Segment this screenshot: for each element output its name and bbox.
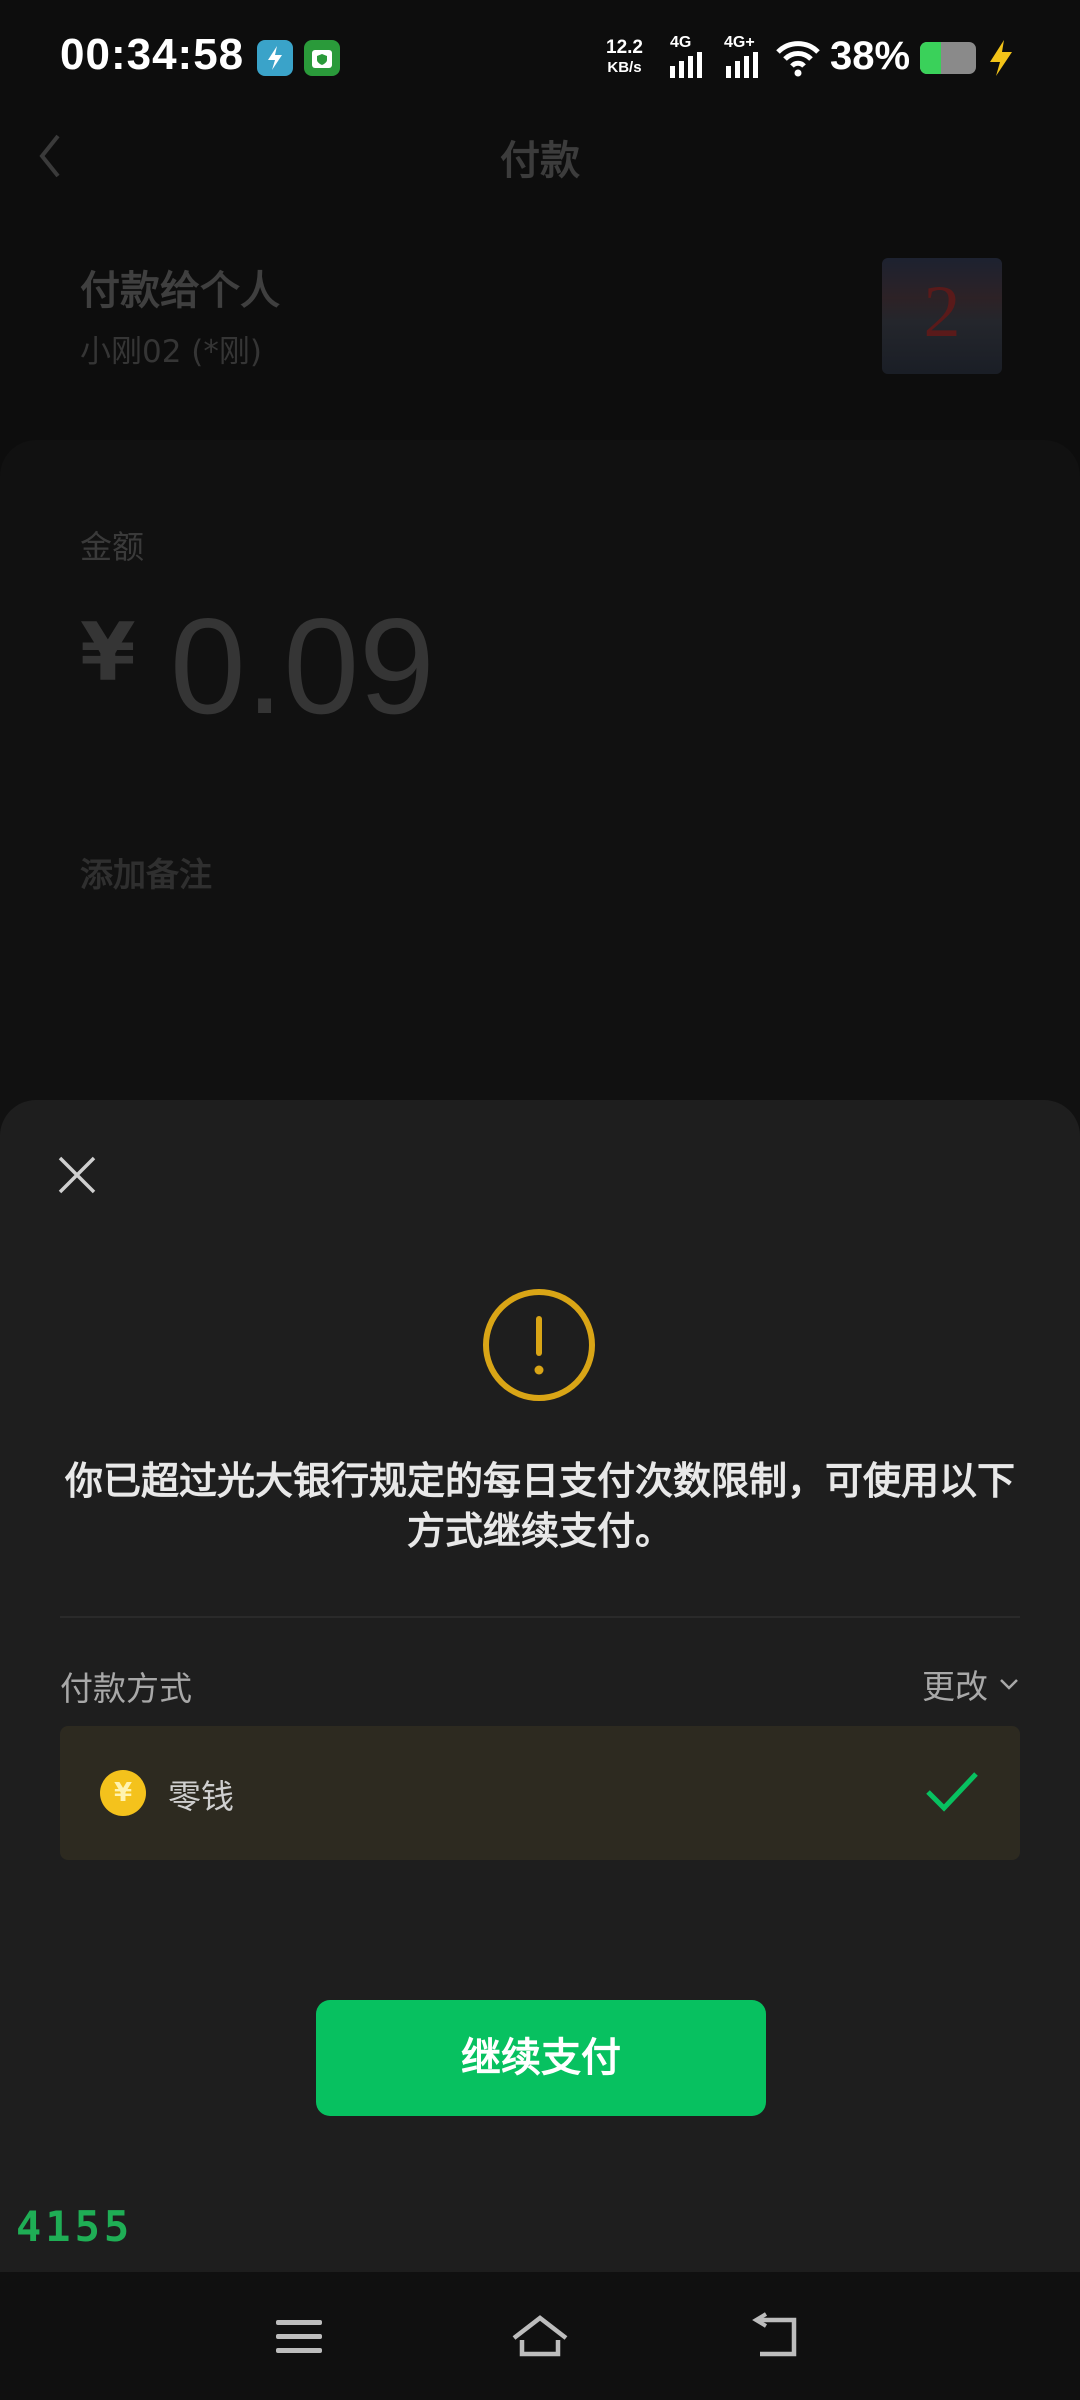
- add-remark-link[interactable]: 添加备注: [80, 848, 212, 896]
- home-icon[interactable]: [510, 2310, 570, 2364]
- divider: [60, 1616, 1020, 1618]
- amount-value: 0.09: [170, 590, 435, 742]
- warning-icon: [483, 1289, 595, 1401]
- payment-option-balance[interactable]: ¥ 零钱: [60, 1726, 1020, 1860]
- amount-currency: ¥: [80, 606, 136, 699]
- checkmark-icon: [926, 1772, 978, 1812]
- back-icon[interactable]: [750, 2310, 810, 2364]
- chevron-down-icon: [1000, 1679, 1018, 1690]
- coin-icon: ¥: [100, 1770, 146, 1816]
- continue-payment-button[interactable]: 继续支付: [316, 2000, 766, 2116]
- menu-icon[interactable]: [270, 2310, 330, 2364]
- amount-label: 金额: [80, 528, 145, 566]
- avatar-text: 2: [923, 271, 961, 353]
- payment-option-name: 零钱: [168, 1777, 234, 1816]
- payee-title: 付款给个人: [80, 268, 280, 314]
- payment-page-background: 付款 付款给个人 小刚02 (*刚) 2 金额 ¥ 0.09 添加备注: [0, 0, 1080, 1160]
- change-label: 更改: [922, 1667, 988, 1706]
- amount-card: [0, 440, 1080, 1160]
- system-nav-bar: [0, 2272, 1080, 2400]
- change-payment-method-button[interactable]: 更改: [922, 1660, 1020, 1708]
- payee-avatar: 2: [882, 258, 1002, 374]
- payee-name: 小刚02 (*刚): [80, 334, 262, 370]
- overlay-counter: 4155: [16, 2202, 134, 2251]
- close-icon[interactable]: [54, 1152, 100, 1198]
- page-title: 付款: [500, 138, 580, 184]
- payment-method-label: 付款方式: [60, 1669, 192, 1708]
- limit-warning-message: 你已超过光大银行规定的每日支付次数限制，可使用以下方式继续支付。: [64, 1459, 1015, 1553]
